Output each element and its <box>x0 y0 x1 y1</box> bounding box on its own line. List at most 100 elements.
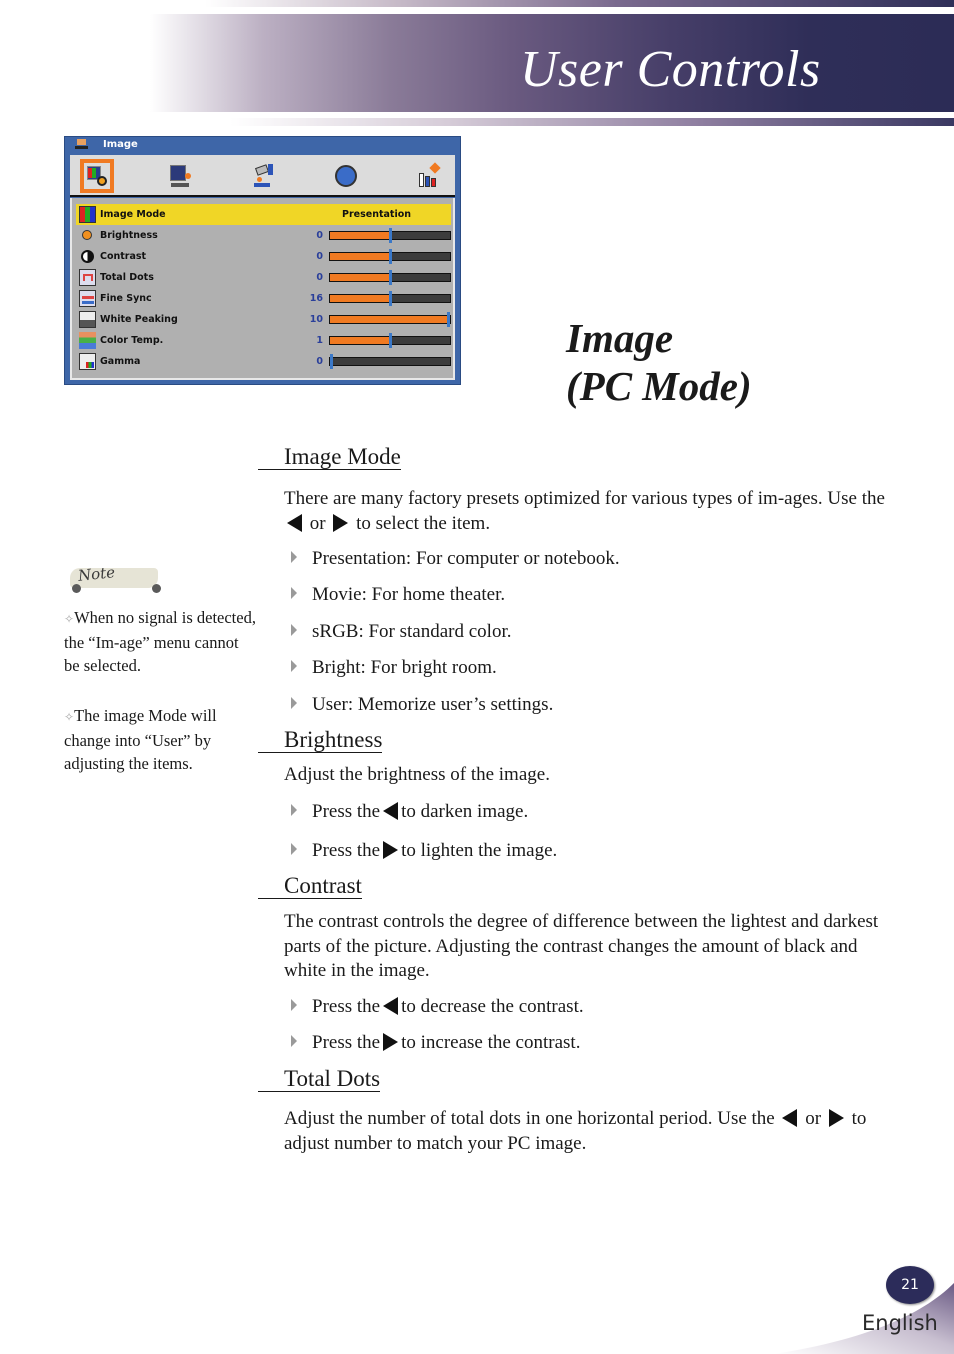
gamma-slider[interactable] <box>329 354 451 369</box>
osd-tab-options[interactable] <box>412 159 446 193</box>
osd-row-label: Fine Sync <box>100 293 152 304</box>
note-text: The image Mode will change into “User” b… <box>64 706 217 773</box>
osd-row-gamma[interactable]: Gamma 0 <box>76 351 451 372</box>
slider-fill <box>330 316 450 323</box>
osd-row-image-mode[interactable]: Image Mode Presentation <box>76 204 451 225</box>
list-item-text: Movie: For home theater. <box>312 584 506 605</box>
osd-row-label: Image Mode <box>100 209 166 220</box>
brightness-slider[interactable] <box>329 228 451 243</box>
note-item: ✧When no signal is detected, the “Im-age… <box>64 606 256 677</box>
osd-row-number: 0 <box>316 272 323 283</box>
osd-tab-language[interactable] <box>329 159 363 193</box>
osd-item-list: Image Mode Presentation Brightness 0 Con… <box>70 198 455 380</box>
list-item: Press the to darken image. <box>291 800 528 824</box>
slider-knob[interactable] <box>389 333 392 348</box>
slider-knob[interactable] <box>389 291 392 306</box>
osd-row-contrast[interactable]: Contrast 0 <box>76 246 451 267</box>
contrast-slider[interactable] <box>329 249 451 264</box>
heading-brightness: Brightness <box>258 728 383 753</box>
list-item: Press the to lighten the image. <box>291 839 557 863</box>
page-number: 21 <box>886 1266 934 1304</box>
osd-row-total-dots[interactable]: Total Dots 0 <box>76 267 451 288</box>
slider-knob[interactable] <box>447 312 450 327</box>
osd-tab-display[interactable] <box>163 159 197 193</box>
globe-icon <box>333 163 359 189</box>
osd-row-label: Brightness <box>100 230 158 241</box>
brightness-intro: Adjust the brightness of the image. <box>284 764 550 785</box>
osd-tab-setup[interactable] <box>246 159 280 193</box>
white-peaking-slider[interactable] <box>329 312 451 327</box>
osd-row-value: Presentation <box>342 209 411 220</box>
intro-text: to select the item. <box>356 512 491 534</box>
slider-knob[interactable] <box>389 249 392 264</box>
osd-row-color-temp[interactable]: Color Temp. 1 <box>76 330 451 351</box>
color-temp-icon <box>79 332 96 349</box>
fine-sync-icon <box>79 290 96 307</box>
list-item-text: to increase the contrast. <box>401 1032 581 1053</box>
list-item: Bright: For bright room. <box>291 656 497 680</box>
slider-knob[interactable] <box>330 354 333 369</box>
list-item-text: Presentation: For computer or notebook. <box>312 548 620 569</box>
osd-row-label: White Peaking <box>100 314 178 325</box>
intro-text: or <box>805 1108 822 1129</box>
gamma-icon <box>79 353 96 370</box>
osd-row-number: 0 <box>316 356 323 367</box>
slider-knob[interactable] <box>389 270 392 285</box>
fine-sync-slider[interactable] <box>329 291 451 306</box>
osd-row-label: Total Dots <box>100 272 154 283</box>
image-mode-icon <box>79 206 96 223</box>
list-item-text: Press the <box>312 996 381 1017</box>
brightness-icon <box>79 227 96 244</box>
left-arrow-icon <box>383 802 399 820</box>
osd-tab-bar <box>70 155 455 197</box>
note-label: Note <box>77 563 116 585</box>
intro-text: There are many factory presets optimized… <box>284 488 885 509</box>
bullet-arrow-icon <box>291 697 297 709</box>
list-item-text: to darken image. <box>401 801 529 822</box>
setup-hand-icon <box>250 163 276 189</box>
section-title: Image (PC Mode) <box>566 314 752 410</box>
color-temp-slider[interactable] <box>329 333 451 348</box>
list-item-text: User: Memorize user’s settings. <box>312 694 554 715</box>
left-arrow-icon <box>782 1109 798 1127</box>
bullet-arrow-icon <box>291 804 297 816</box>
osd-row-number: 16 <box>309 293 323 304</box>
diamond-bullet-icon: ✧ <box>64 710 75 724</box>
bullet-arrow-icon <box>291 1035 297 1047</box>
contrast-intro: The contrast controls the degree of diff… <box>284 911 879 981</box>
options-chart-icon <box>416 162 442 189</box>
left-arrow-icon <box>287 513 302 532</box>
list-item: sRGB: For standard color. <box>291 620 512 644</box>
osd-row-label: Gamma <box>100 356 141 367</box>
slider-fill <box>330 337 390 344</box>
header-top-stripe <box>205 0 954 7</box>
list-item: User: Memorize user’s settings. <box>291 693 553 717</box>
osd-row-number: 0 <box>316 251 323 262</box>
osd-row-brightness[interactable]: Brightness 0 <box>76 225 451 246</box>
osd-title: Image <box>103 139 138 150</box>
total-dots-slider[interactable] <box>329 270 451 285</box>
section-title-line1: Image <box>566 315 674 361</box>
osd-row-fine-sync[interactable]: Fine Sync 16 <box>76 288 451 309</box>
slider-fill <box>330 232 390 239</box>
right-arrow-icon <box>383 841 399 859</box>
white-peaking-icon <box>79 311 96 328</box>
list-item: Press the to decrease the contrast. <box>291 995 584 1019</box>
list-item-text: Press the <box>312 801 381 822</box>
slider-knob[interactable] <box>389 228 392 243</box>
bullet-arrow-icon <box>291 660 297 672</box>
image-mode-intro: There are many factory presets optimized… <box>284 487 896 536</box>
intro-text: Adjust the number of total dots in one h… <box>284 1108 775 1129</box>
note-scroll-end-icon <box>152 584 161 593</box>
osd-row-white-peaking[interactable]: White Peaking 10 <box>76 309 451 330</box>
total-dots-icon <box>79 269 96 286</box>
list-item-text: Bright: For bright room. <box>312 657 497 678</box>
note-badge: Note <box>64 562 164 596</box>
slider-fill <box>330 295 390 302</box>
osd-tab-image[interactable] <box>80 159 114 193</box>
bullet-arrow-icon <box>291 551 297 563</box>
list-item-text: sRGB: For standard color. <box>312 621 512 642</box>
note-text: When no signal is detected, the “Im-age”… <box>64 608 256 675</box>
slider-fill <box>330 253 390 260</box>
bullet-arrow-icon <box>291 587 297 599</box>
